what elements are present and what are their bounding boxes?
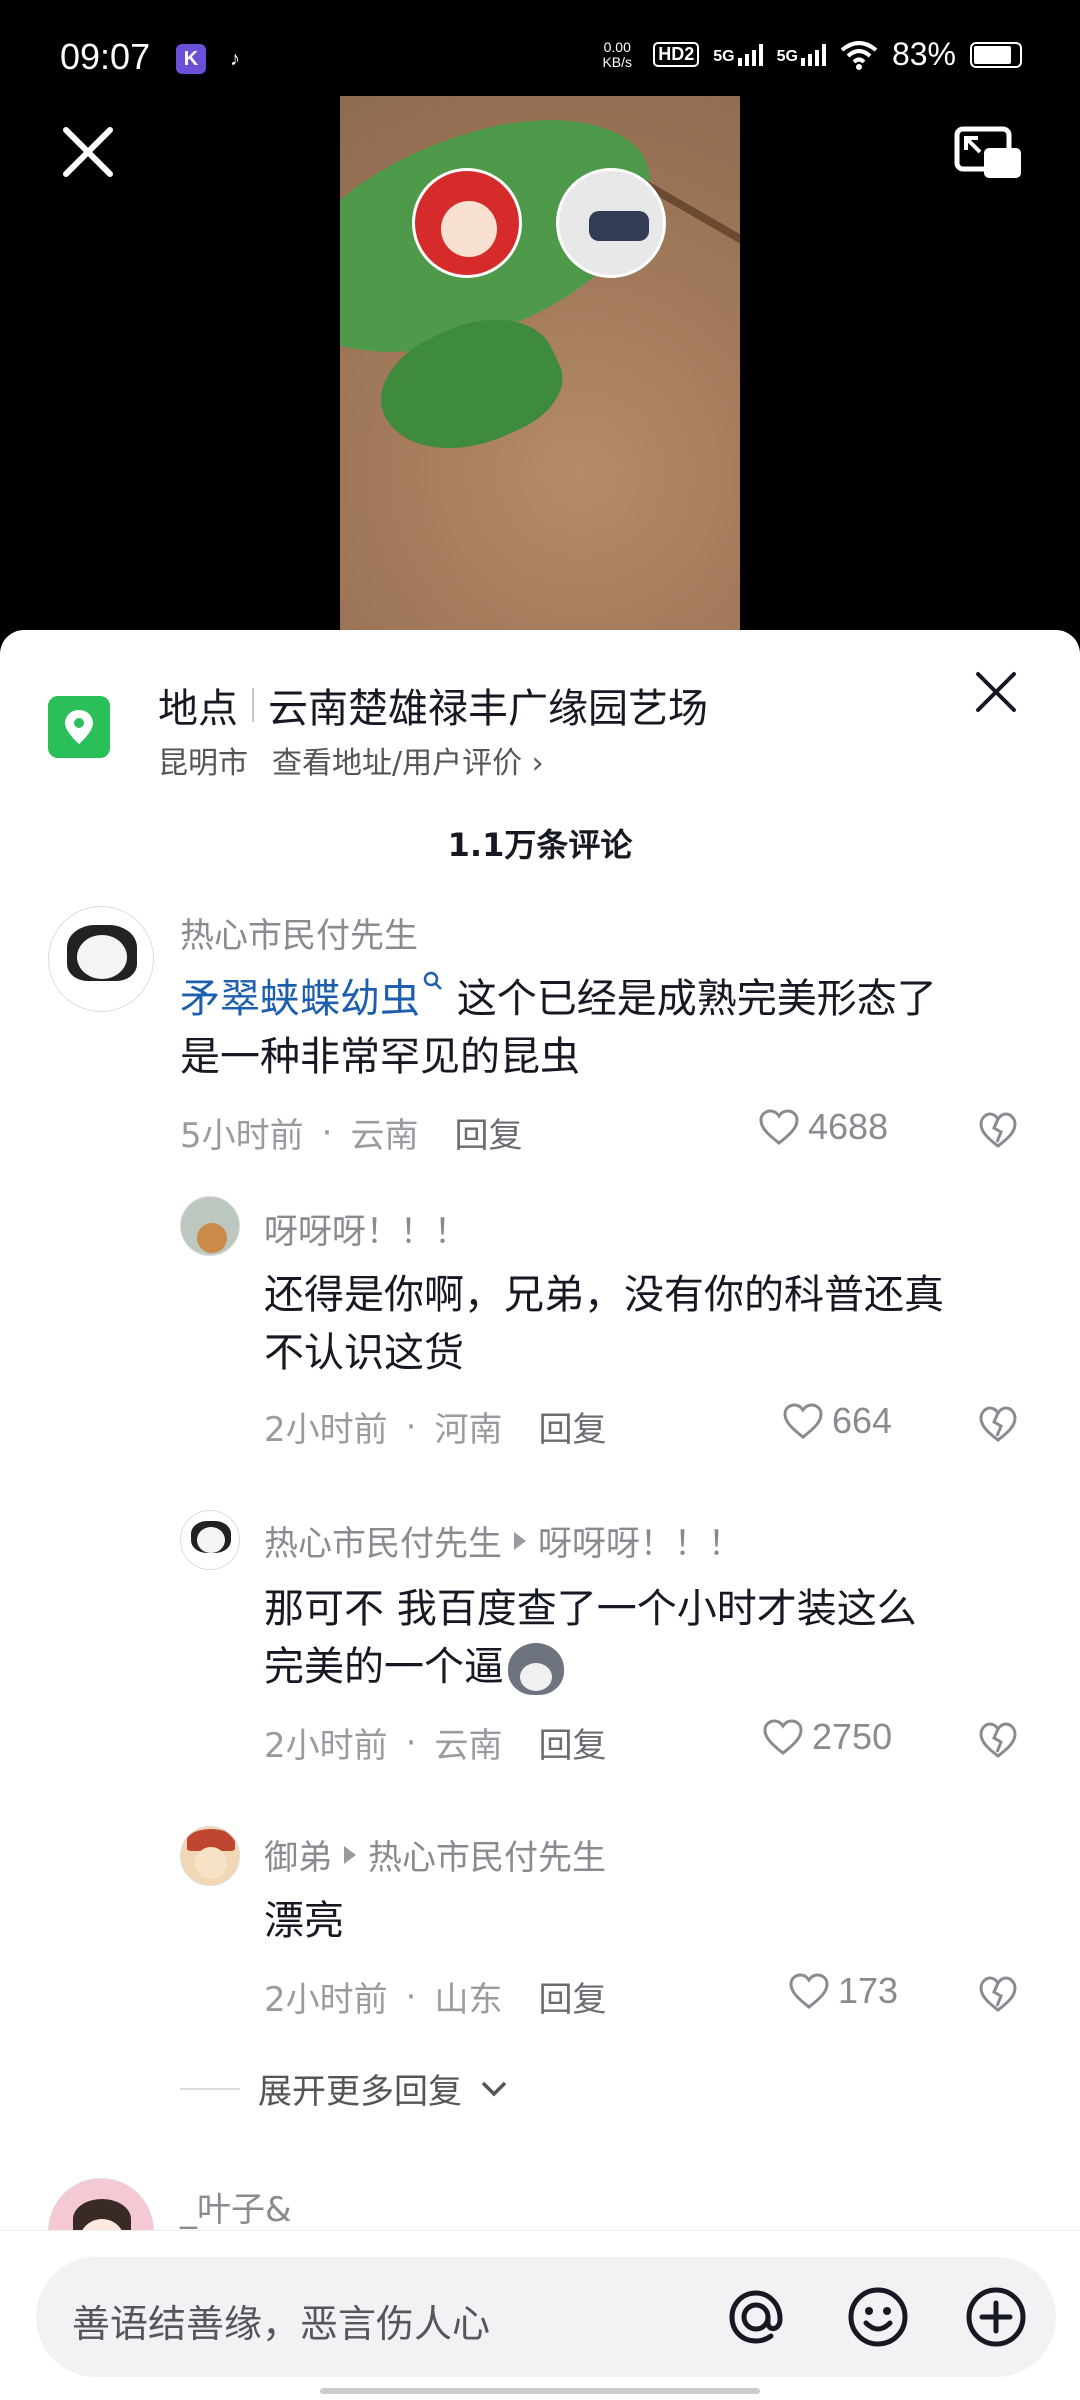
signal-icon-1: 5G xyxy=(713,43,763,66)
comment-count: 1.1万条评论 xyxy=(447,826,633,864)
like-count: 4688 xyxy=(808,1106,889,1147)
comment-time: 5小时前 xyxy=(180,1116,304,1156)
comment-text: 那可不 我百度查了一个小时才装这么 完美的一个逼 xyxy=(264,1580,1044,1696)
avatar[interactable] xyxy=(180,1826,240,1886)
dislike-icon[interactable] xyxy=(978,1404,1018,1444)
reply-button[interactable]: 回复 xyxy=(454,1108,522,1157)
search-link[interactable]: 矛翠蛱蝶幼虫 xyxy=(180,971,444,1022)
divider xyxy=(180,2087,240,2090)
comment-region: 云南 xyxy=(434,1726,503,1766)
location-pin-icon xyxy=(48,696,110,758)
expand-more-label: 展开更多回复 xyxy=(258,2072,462,2112)
hd-icon: HD2 xyxy=(653,42,700,67)
reply-to-user[interactable]: 呀呀呀！！！ xyxy=(538,1516,742,1565)
dislike-icon[interactable] xyxy=(978,1720,1018,1760)
battery-percent: 83% xyxy=(891,36,956,72)
heart-icon xyxy=(783,1403,823,1439)
location-name: 云南楚雄禄丰广缘园艺场 xyxy=(268,686,708,732)
avatar[interactable] xyxy=(180,1196,240,1256)
tiktok-icon: ♪ xyxy=(230,48,240,70)
search-icon xyxy=(423,971,442,990)
comment-time: 2小时前 xyxy=(264,1726,388,1766)
like-count: 173 xyxy=(838,1970,899,2011)
location-city: 昆明市 xyxy=(158,746,248,781)
location-detail-link[interactable]: 查看地址/用户评价 › xyxy=(272,738,544,782)
home-indicator[interactable] xyxy=(320,2388,760,2394)
status-bar: 09:07 K ♪ 0.00 KB/s HD2 5G 5G 83% xyxy=(0,0,1080,96)
heart-icon xyxy=(763,1719,803,1755)
comment-username[interactable]: _叶子& xyxy=(180,2182,292,2231)
avatar[interactable] xyxy=(48,906,154,1012)
divider xyxy=(252,688,254,722)
comment-username[interactable]: 热心市民付先生 xyxy=(180,908,418,957)
like-button[interactable]: 2750 xyxy=(762,1716,892,1758)
signal-icon-2: 5G xyxy=(777,43,826,66)
like-count: 2750 xyxy=(812,1716,893,1757)
reply-button[interactable]: 回复 xyxy=(538,1402,606,1451)
reply-arrow-icon xyxy=(514,1531,526,1550)
comment-text: 矛翠蛱蝶幼虫 这个已经是成熟完美形态了 是一种非常罕见的昆虫 xyxy=(180,970,1040,1086)
like-button[interactable]: 664 xyxy=(782,1400,892,1442)
wifi-icon xyxy=(840,40,878,70)
battery-icon xyxy=(970,41,1022,68)
reply-button[interactable]: 回复 xyxy=(538,1718,606,1767)
dislike-icon[interactable] xyxy=(978,1974,1018,2014)
app-k-icon: K xyxy=(176,44,206,74)
husky-emoji-icon xyxy=(508,1643,564,1695)
floating-avatar-2[interactable] xyxy=(556,168,666,278)
video-frame xyxy=(340,96,740,636)
heart-icon xyxy=(789,1973,829,2009)
add-icon[interactable] xyxy=(962,2283,1030,2351)
expand-more-replies[interactable]: 展开更多回复 xyxy=(180,2064,508,2113)
comment-time: 2小时前 xyxy=(264,1980,388,2020)
comment-region: 山东 xyxy=(434,1980,503,2020)
comment-meta: 2小时前 · 河南 回复 xyxy=(264,1402,606,1451)
reply-button[interactable]: 回复 xyxy=(538,1972,606,2021)
close-icon[interactable] xyxy=(60,124,116,180)
emoji-icon[interactable] xyxy=(844,2283,912,2351)
like-button[interactable]: 173 xyxy=(788,1970,898,2012)
reply-arrow-icon xyxy=(344,1845,356,1864)
comment-input-placeholder: 善语结善缘，恶言伤人心 xyxy=(72,2302,491,2346)
chevron-down-icon xyxy=(481,2081,507,2096)
comment-text: 漂亮 xyxy=(264,1898,344,1944)
comment-text: 还得是你啊，兄弟，没有你的科普还真 不认识这货 xyxy=(264,1272,944,1376)
like-count: 664 xyxy=(832,1400,893,1441)
location-label: 地点 xyxy=(158,686,238,732)
comment-sheet: 地点 云南楚雄禄丰广缘园艺场 昆明市 查看地址/用户评价 › 1.1万条评论 热… xyxy=(0,630,1080,2400)
comment-meta: 2小时前 · 云南 回复 xyxy=(264,1718,606,1767)
comment-region: 云南 xyxy=(350,1116,419,1156)
pip-icon[interactable] xyxy=(954,126,1024,182)
at-mention-icon[interactable] xyxy=(722,2283,790,2351)
video-player[interactable] xyxy=(0,96,1080,636)
location-title: 地点 云南楚雄禄丰广缘园艺场 xyxy=(158,676,708,734)
status-time: 09:07 xyxy=(60,36,151,77)
heart-icon xyxy=(759,1109,799,1145)
comment-username[interactable]: 御弟 热心市民付先生 xyxy=(264,1830,606,1879)
comment-input[interactable]: 善语结善缘，恶言伤人心 xyxy=(36,2257,1056,2377)
comment-meta: 2小时前 · 山东 回复 xyxy=(264,1972,606,2021)
close-icon[interactable] xyxy=(974,670,1018,714)
dislike-icon[interactable] xyxy=(978,1110,1018,1150)
comment-username[interactable]: 热心市民付先生 呀呀呀！！！ xyxy=(264,1516,742,1565)
comment-meta: 5小时前 · 云南 回复 xyxy=(180,1108,522,1157)
comment-username[interactable]: 呀呀呀！！！ xyxy=(264,1204,468,1253)
avatar[interactable] xyxy=(180,1510,240,1570)
reply-to-user[interactable]: 热心市民付先生 xyxy=(368,1830,606,1879)
location-subtitle: 昆明市 查看地址/用户评价 › xyxy=(158,738,544,782)
network-speed: 0.00 KB/s xyxy=(602,38,633,70)
comment-input-bar: 善语结善缘，恶言伤人心 xyxy=(0,2230,1080,2400)
like-button[interactable]: 4688 xyxy=(758,1106,888,1148)
floating-avatar-1[interactable] xyxy=(412,168,522,278)
comment-time: 2小时前 xyxy=(264,1410,388,1450)
comment-region: 河南 xyxy=(434,1410,503,1450)
